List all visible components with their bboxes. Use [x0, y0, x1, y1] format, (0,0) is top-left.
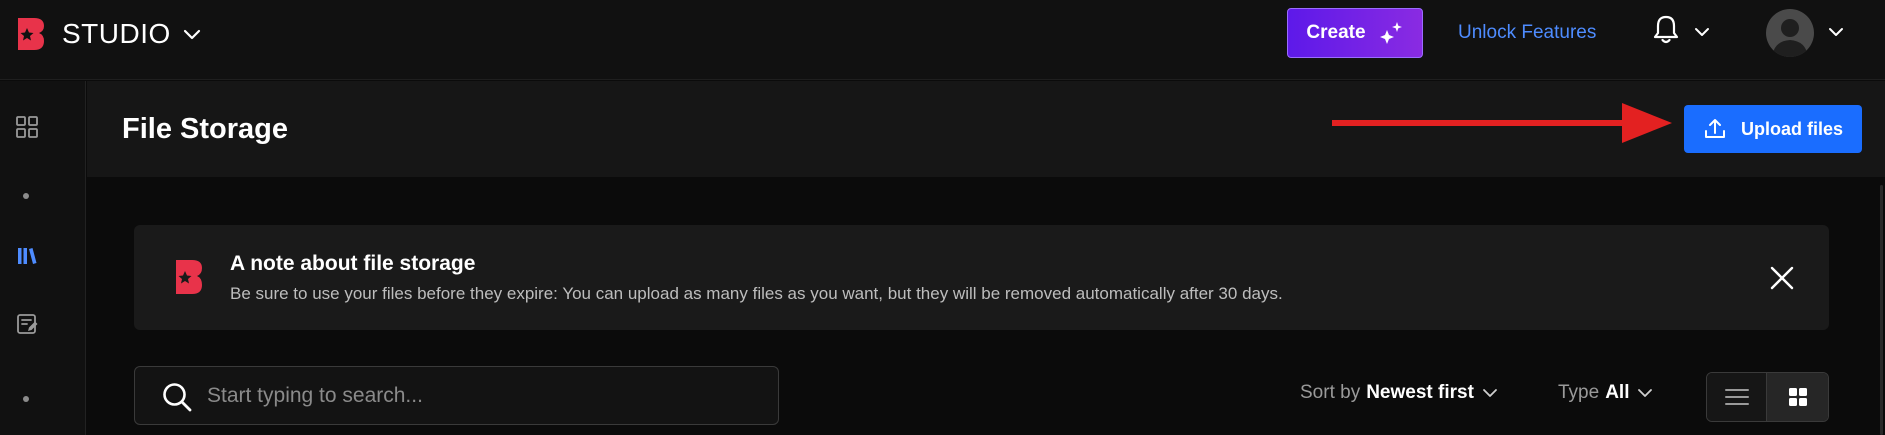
view-toggle [1706, 372, 1829, 422]
grid-icon [16, 116, 38, 138]
sidebar-item-editor[interactable] [14, 311, 40, 337]
page-title: File Storage [122, 113, 288, 145]
upload-files-label: Upload files [1740, 118, 1843, 139]
sidebar-dot-separator [23, 193, 29, 199]
file-storage-note-banner: A note about file storage Be sure to use… [134, 225, 1829, 330]
brand-name: STUDIO [62, 18, 171, 49]
sidebar-item-library[interactable] [14, 243, 40, 269]
scrollbar[interactable] [1880, 185, 1883, 435]
list-icon [1724, 389, 1749, 405]
sidebar-dot-separator [23, 396, 29, 402]
sort-prefix-label: Sort by [1300, 382, 1361, 403]
sparkle-icon [1379, 22, 1402, 44]
create-button-label: Create [1306, 22, 1366, 43]
brand-logo-icon [176, 260, 202, 294]
type-filter-dropdown[interactable]: Type All [1558, 382, 1653, 404]
library-icon [18, 248, 37, 264]
sort-dropdown[interactable]: Sort by Newest first [1300, 382, 1498, 404]
sort-value: Newest first [1366, 382, 1474, 403]
edit-note-icon [17, 314, 38, 334]
annotation-arrow-icon [1332, 103, 1672, 143]
grid-icon [1788, 388, 1807, 406]
type-value: All [1605, 382, 1630, 403]
search-input[interactable] [207, 377, 747, 415]
sidebar-item-dashboard[interactable] [14, 114, 40, 140]
brand-logo-icon [18, 18, 44, 50]
chevron-down-icon [1483, 389, 1497, 397]
notifications-bell-icon[interactable] [1651, 14, 1681, 46]
list-view-button[interactable] [1707, 373, 1768, 421]
type-prefix-label: Type [1558, 382, 1600, 403]
upload-files-button[interactable]: Upload files [1684, 105, 1862, 153]
search-icon [163, 383, 192, 412]
account-chevron-down-icon[interactable] [1827, 23, 1845, 41]
top-navigation-bar: STUDIO Create Unlock Features [0, 0, 1885, 80]
chevron-down-icon [183, 29, 200, 40]
create-button[interactable]: Create [1287, 8, 1423, 58]
unlock-features-link[interactable]: Unlock Features [1458, 22, 1596, 44]
notifications-chevron-down-icon[interactable] [1693, 23, 1711, 41]
note-text: Be sure to use your files before they ex… [230, 284, 1283, 303]
note-title: A note about file storage [230, 252, 476, 275]
close-icon[interactable] [1769, 265, 1795, 291]
upload-icon [1704, 119, 1725, 138]
chevron-down-icon [1638, 389, 1653, 397]
grid-view-button[interactable] [1767, 373, 1828, 421]
search-box [134, 366, 779, 425]
left-sidebar [0, 81, 86, 435]
user-silhouette-icon [1772, 19, 1808, 57]
user-avatar[interactable] [1766, 9, 1814, 57]
brand-menu[interactable]: STUDIO [16, 16, 203, 52]
